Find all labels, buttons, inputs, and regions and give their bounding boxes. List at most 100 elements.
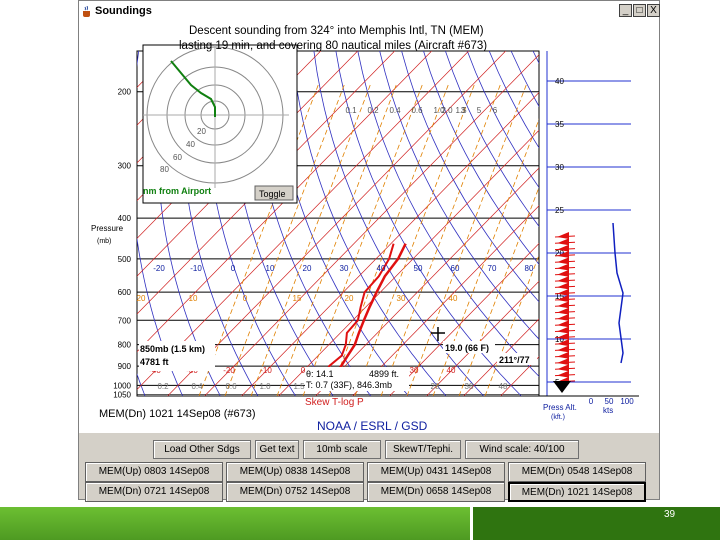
soundings-window: Soundings _ □ X 200 300 400 500 600 700 800 900… xyxy=(78,0,660,502)
pressure-tick-label: 200 xyxy=(118,88,132,97)
mixing-ratio-label: 0.6 xyxy=(411,106,423,115)
wind-barb xyxy=(557,326,569,334)
dry-adiabat xyxy=(621,51,659,396)
mixing-ratio-label: 5 xyxy=(477,106,482,115)
plot-title-line1: Descent sounding from 324° into Memphis … xyxy=(189,25,484,37)
mixing-ratio-label: 48 xyxy=(499,382,508,391)
temperature-tick-label: 40 xyxy=(377,264,386,273)
ring-label-80: 80 xyxy=(160,165,169,174)
wind-axis-ticks: 0 50 100 xyxy=(589,397,634,406)
wind-barb-staff xyxy=(554,348,576,351)
wind-barb xyxy=(557,351,569,359)
flight-button[interactable]: MEM(Dn) 0721 14Sep08 xyxy=(85,482,223,502)
get-text-button[interactable]: Get text xyxy=(255,440,299,459)
wind-barb-staff xyxy=(554,367,576,370)
slide-footer: 39 xyxy=(0,505,720,540)
dry-adiabat xyxy=(577,51,659,396)
pressure-tick-label: 400 xyxy=(118,214,132,223)
pressure-axis-title: Pressure xyxy=(91,224,124,233)
press-alt-label: Press Alt. xyxy=(543,403,577,412)
sounding-id: MEM(Dn) 1021 14Sep08 (#673) xyxy=(99,408,256,420)
flight-button[interactable]: MEM(Dn) 0752 14Sep08 xyxy=(226,482,364,502)
temperature-tick-label: 30 xyxy=(340,264,349,273)
toggle-button-label[interactable]: Toggle xyxy=(259,189,286,199)
mixing-ratio-label: 0.6 xyxy=(225,382,237,391)
wind-barb xyxy=(557,232,569,239)
skewt-tephi-button[interactable]: SkewT/Tephi. xyxy=(385,440,461,459)
cursor-wind: 211°/77 xyxy=(499,355,530,365)
wind-barb xyxy=(557,345,569,353)
wind-barb-staff xyxy=(554,279,576,282)
wind-barb xyxy=(557,301,569,309)
maximize-button[interactable]: □ xyxy=(633,4,646,17)
pressure-tick-label: 500 xyxy=(118,255,132,264)
temperature-tick-label: 40 xyxy=(447,366,456,375)
flight-button[interactable]: MEM(Dn) 0658 14Sep08 xyxy=(367,482,505,502)
wind-barb xyxy=(557,238,569,246)
cursor-dewpoint: T: 0.7 (33F), 846.3mb xyxy=(306,380,392,390)
dry-adiabat xyxy=(643,51,660,396)
footer-green-bar xyxy=(0,507,470,540)
flight-button[interactable]: MEM(Up) 0838 14Sep08 xyxy=(226,462,364,482)
mixing-ratio-label: 0.1 xyxy=(345,106,357,115)
temperature-tick-label: -10 xyxy=(190,264,202,273)
minimize-button[interactable]: _ xyxy=(619,4,632,17)
wind-barb-staff xyxy=(554,361,576,364)
mixing-ratio-label: 3 xyxy=(461,106,466,115)
pressure-tick-label: 1050 xyxy=(113,390,131,399)
wind-tick-label: 100 xyxy=(620,397,634,406)
wind-barb xyxy=(557,269,569,277)
mixing-ratio-label: 1.5 xyxy=(293,382,305,391)
mixing-ratio-label: 6 xyxy=(493,106,498,115)
wind-barb-staff xyxy=(554,235,576,238)
pressure-axis-labels: 200 300 400 500 600 700 800 900 10001050 xyxy=(113,88,131,400)
close-button[interactable]: X xyxy=(647,4,660,17)
wind-barb-staff xyxy=(554,323,576,326)
temperature-tick-label: 20 xyxy=(303,264,312,273)
flight-button-selected[interactable]: MEM(Dn) 1021 14Sep08 xyxy=(508,482,646,502)
wind-barb-staff xyxy=(554,241,576,244)
wind-scale-button[interactable]: Wind scale: 40/100 xyxy=(465,440,579,459)
ring-label-60: 60 xyxy=(173,153,182,162)
wind-barb xyxy=(557,358,569,365)
slide-number: 39 xyxy=(664,509,676,520)
pressure-tick-label: 800 xyxy=(118,341,132,350)
isotherm-label: 15 xyxy=(293,294,302,303)
mixing-ratio-label: 0.4 xyxy=(191,382,203,391)
dry-adiabat xyxy=(532,51,539,64)
hodograph-panel xyxy=(142,44,298,204)
wind-barbs xyxy=(553,232,576,393)
plot-title-line2: lasting 19 min, and covering 80 nautical… xyxy=(179,40,487,52)
wind-barb xyxy=(557,263,569,271)
cursor-height: 4781 ft xyxy=(140,357,169,367)
temperature-tick-label: -20 xyxy=(223,366,235,375)
mixing-ratio-label: 0.4 xyxy=(389,106,401,115)
hodograph-range-label: nm from Airport xyxy=(143,186,211,196)
wind-barb-staff xyxy=(554,285,576,288)
wind-barb xyxy=(557,282,569,290)
temperature-tick-label: 30 xyxy=(410,366,419,375)
temperature-tick-label: 70 xyxy=(488,264,497,273)
wind-barb-staff xyxy=(554,311,576,314)
wind-barb xyxy=(557,364,569,372)
isotherm-label: 0 xyxy=(243,294,248,303)
dry-adiabat xyxy=(599,51,659,396)
temperature-tick-label: 10 xyxy=(266,264,275,273)
flight-button[interactable]: MEM(Dn) 0548 14Sep08 xyxy=(508,462,646,482)
flight-button[interactable]: MEM(Up) 0803 14Sep08 xyxy=(85,462,223,482)
isotherm-label: 20 xyxy=(137,294,146,303)
10mb-scale-button[interactable]: 10mb scale xyxy=(303,440,381,459)
wind-barb xyxy=(557,276,569,284)
wind-speed-profile xyxy=(612,222,624,364)
mixing-ratio-label: 28 xyxy=(431,382,440,391)
altitude-axis-labels: 403530252015105 xyxy=(555,77,564,387)
flight-button[interactable]: MEM(Up) 0431 14Sep08 xyxy=(367,462,505,482)
mixing-ratio-label: 1.0 xyxy=(259,382,271,391)
temperature-tick-label: 60 xyxy=(451,264,460,273)
footer-dark-panel xyxy=(473,507,720,540)
load-other-soundings-button[interactable]: Load Other Sdgs xyxy=(153,440,251,459)
java-cup-icon xyxy=(82,5,92,17)
credit-label: NOAA / ESRL / GSD xyxy=(317,419,428,433)
altitude-tick-label: 25 xyxy=(555,206,564,215)
altitude-tick-label: 35 xyxy=(555,120,564,129)
